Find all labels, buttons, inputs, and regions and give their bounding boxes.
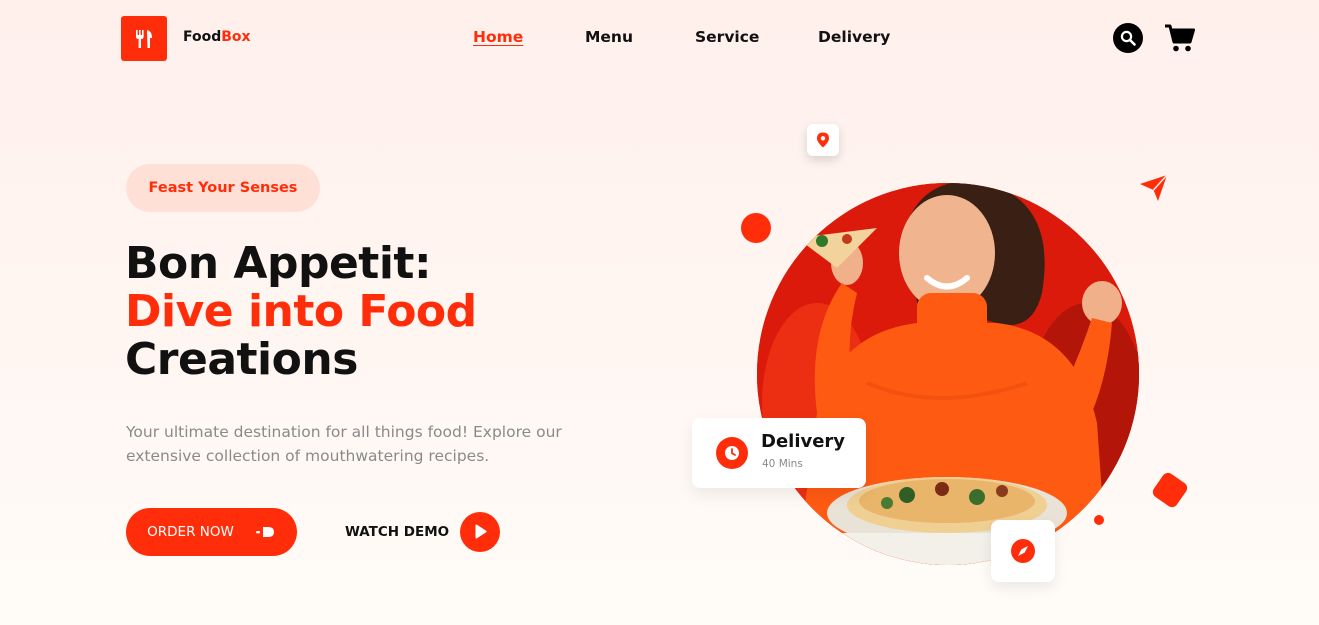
delivery-card-title: Delivery (761, 431, 846, 452)
brand-name-part1: Food (183, 29, 222, 45)
watch-demo-button[interactable] (460, 512, 500, 552)
brand-name-part2: Box (221, 29, 251, 45)
watch-demo-label[interactable]: WATCH DEMO (345, 524, 449, 540)
nav-service[interactable]: Service (695, 28, 759, 46)
delivery-card: Delivery 40 Mins (692, 418, 866, 488)
logo[interactable] (121, 16, 167, 61)
hero-title-line1: Bon Appetit: (125, 238, 432, 289)
hero-image (757, 183, 1139, 565)
hero-title-line3: Creations (125, 334, 358, 385)
nav-menu[interactable]: Menu (585, 28, 633, 46)
delivery-clock-badge (716, 437, 748, 469)
order-now-label: ORDER NOW (147, 524, 234, 540)
play-icon (475, 524, 487, 539)
location-pin-icon (817, 132, 829, 148)
send-plane-icon (1140, 174, 1168, 201)
nav-home[interactable]: Home (473, 28, 523, 46)
hero-description: Your ultimate destination for all things… (126, 423, 562, 465)
delivery-card-subtitle: 40 Mins (762, 458, 803, 470)
hero-badge: Feast Your Senses (126, 164, 320, 212)
compass-card[interactable] (991, 520, 1055, 582)
nav-delivery[interactable]: Delivery (818, 28, 890, 46)
cart-button[interactable] (1164, 23, 1196, 53)
search-icon (1120, 30, 1136, 46)
hero-title-line2: Dive into Food (125, 286, 477, 337)
location-card[interactable] (807, 124, 839, 156)
decor-dot-large (741, 213, 771, 243)
clock-icon (725, 446, 739, 460)
hero-title: Bon Appetit: Dive into Food Creations (125, 240, 645, 384)
fork-knife-icon (136, 29, 152, 48)
decor-diamond (1150, 470, 1190, 510)
decor-dot-small (1094, 515, 1104, 525)
brand-name[interactable]: FoodBox (183, 29, 251, 45)
search-button[interactable] (1113, 23, 1143, 53)
cart-icon (1165, 24, 1195, 52)
order-now-button[interactable]: ORDER NOW (126, 508, 297, 556)
arrow-right-icon (255, 527, 274, 537)
compass-icon (1011, 539, 1035, 563)
